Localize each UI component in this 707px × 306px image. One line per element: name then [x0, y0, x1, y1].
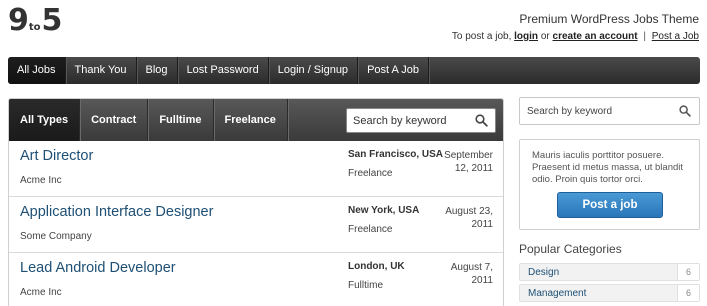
toplinks-separator: |: [643, 31, 646, 42]
category-item[interactable]: Management 6: [519, 284, 700, 302]
logo-middle: to: [28, 22, 41, 33]
filter-all-types[interactable]: All Types: [9, 99, 81, 141]
jobs-panel: All Types Contract Fulltime Freelance Ar…: [8, 98, 504, 306]
job-company: Acme Inc: [20, 175, 62, 186]
job-type: Freelance: [348, 168, 393, 179]
toplinks-prefix: To post a job,: [451, 31, 512, 42]
job-title[interactable]: Application Interface Designer: [20, 204, 213, 220]
job-date: August 7, 2011: [450, 262, 493, 286]
jobs-search-input[interactable]: [347, 109, 467, 132]
filter-freelance[interactable]: Freelance: [214, 99, 288, 141]
job-location: San Francisco, USA: [348, 149, 444, 160]
top-links: To post a job, login or create an accoun…: [452, 31, 699, 42]
site-logo[interactable]: 9 to 5: [8, 3, 63, 38]
job-company: Acme Inc: [20, 287, 62, 298]
job-type-filter-bar: All Types Contract Fulltime Freelance: [9, 99, 503, 141]
popular-categories-heading: Popular Categories: [519, 242, 622, 256]
category-name[interactable]: Management: [528, 288, 586, 299]
search-icon[interactable]: [679, 105, 691, 117]
job-title[interactable]: Art Director: [20, 148, 93, 164]
job-date: August 23, 2011: [445, 206, 493, 230]
jobs-search-box: [346, 108, 496, 133]
job-listing[interactable]: Art Director Acme Inc San Francisco, USA…: [9, 141, 503, 197]
job-company: Some Company: [20, 231, 92, 242]
sidebar-search-box: [519, 97, 700, 125]
filter-contract[interactable]: Contract: [80, 99, 149, 141]
site-tagline: Premium WordPress Jobs Theme: [519, 12, 699, 26]
job-date: September 12, 2011: [444, 150, 493, 174]
nav-login-signup[interactable]: Login / Signup: [269, 57, 359, 84]
category-name[interactable]: Design: [528, 267, 559, 278]
job-listing[interactable]: Lead Android Developer Acme Inc London, …: [9, 253, 503, 306]
logo-left: 9: [8, 3, 29, 38]
sidebar-search-input[interactable]: [520, 98, 670, 124]
post-job-promo: Mauris iaculis porttitor posuere. Praese…: [519, 139, 700, 230]
job-location: London, UK: [348, 261, 405, 272]
category-item[interactable]: Design 6: [519, 263, 700, 281]
job-type: Fulltime: [348, 280, 384, 291]
job-title[interactable]: Lead Android Developer: [20, 260, 176, 276]
nav-blog[interactable]: Blog: [137, 57, 178, 84]
toplinks-or: or: [540, 31, 550, 42]
search-icon[interactable]: [475, 114, 488, 127]
job-listing[interactable]: Application Interface Designer Some Comp…: [9, 197, 503, 253]
post-a-job-button[interactable]: Post a job: [557, 192, 663, 218]
category-count: 6: [677, 285, 699, 301]
nav-all-jobs[interactable]: All Jobs: [8, 57, 66, 84]
post-job-link[interactable]: Post a Job: [652, 31, 699, 42]
logo-right: 5: [41, 3, 63, 38]
login-link[interactable]: login: [514, 31, 538, 42]
nav-post-a-job[interactable]: Post A Job: [358, 57, 430, 84]
job-type: Freelance: [348, 224, 393, 235]
category-count: 6: [677, 264, 699, 280]
promo-text: Mauris iaculis porttitor posuere. Praese…: [532, 150, 684, 185]
main-nav: All Jobs Thank You Blog Lost Password Lo…: [8, 57, 700, 84]
job-location: New York, USA: [348, 205, 420, 216]
nav-thank-you[interactable]: Thank You: [66, 57, 137, 84]
create-account-link[interactable]: create an account: [553, 31, 638, 42]
nav-lost-password[interactable]: Lost Password: [178, 57, 269, 84]
filter-fulltime[interactable]: Fulltime: [148, 99, 214, 141]
